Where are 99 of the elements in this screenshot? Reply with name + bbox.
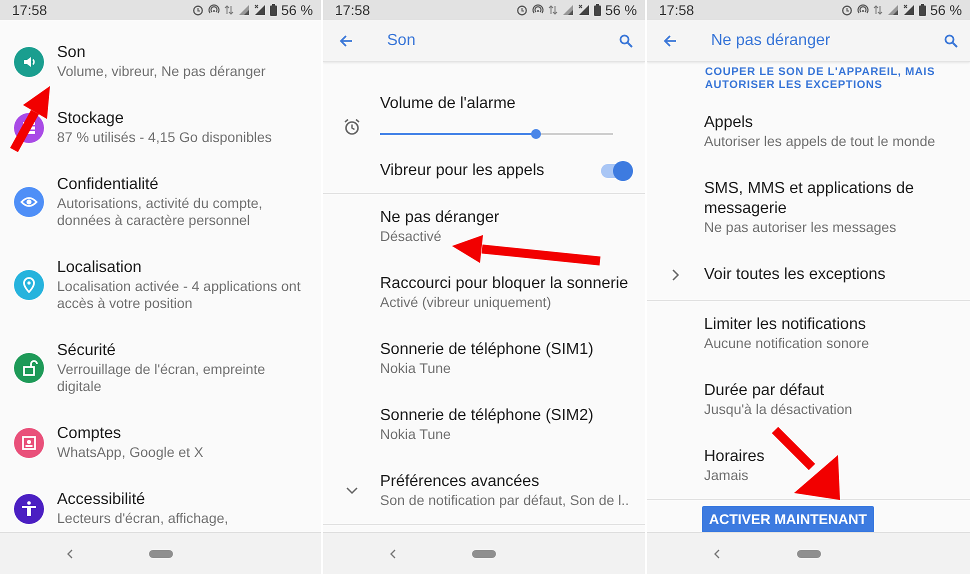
alarm-icon [192, 4, 204, 16]
settings-item[interactable]: Voir toutes les exceptions [647, 251, 970, 300]
setting-summary: 87 % utilisés - 4,15 Go disponibles [57, 129, 272, 146]
back-icon[interactable] [389, 548, 397, 558]
setting-title: Horaires [704, 447, 764, 467]
settings-item[interactable]: Confidentialité Autorisations, activité du compte, données à caractère personnel [0, 161, 321, 244]
setting-summary: Activé (vibreur uniquement) [380, 294, 552, 311]
setting-summary: Nokia Tune [380, 426, 452, 443]
data-arrows-icon [873, 4, 884, 16]
settings-item[interactable]: Sécurité Verrouillage de l'écran, empreinte digitale [0, 327, 321, 410]
battery-icon [270, 4, 278, 16]
settings-item[interactable]: Comptes WhatsApp, Google et X [0, 410, 321, 476]
settings-item[interactable]: Sonnerie de téléphone (SIM2) Nokia Tune [323, 392, 645, 458]
home-button[interactable] [796, 550, 820, 558]
signal-icon [254, 4, 266, 16]
settings-item[interactable]: Son Volume, vibreur, Ne pas déranger [0, 29, 321, 95]
status-time: 17:58 [335, 0, 370, 20]
setting-summary: Localisation activée - 4 applications ont accès à votre position [57, 278, 302, 312]
setting-title: SMS, MMS et applications de messagerie [704, 179, 915, 219]
setting-title: Sonnerie de téléphone (SIM2) [380, 406, 594, 426]
signal-icon [903, 4, 916, 16]
hotspot-icon [208, 4, 220, 16]
setting-summary: Aucune notification sonore [704, 335, 869, 352]
setting-summary: Désactivé [380, 228, 442, 245]
back-icon[interactable] [66, 548, 74, 558]
back-arrow-icon[interactable] [339, 34, 353, 48]
setting-title: Comptes [57, 424, 122, 444]
setting-summary: Volume, vibreur, Ne pas déranger [57, 63, 266, 80]
search-icon[interactable] [944, 34, 958, 48]
setting-title: Appels [704, 113, 754, 133]
data-arrows-icon [548, 4, 558, 16]
setting-title: Volume de l'alarme [380, 94, 517, 114]
setting-title: Accessibilité [57, 490, 146, 510]
setting-title: Confidentialité [57, 175, 160, 195]
settings-item[interactable]: Limiter les notifications Aucune notification sonore [647, 301, 970, 367]
setting-summary: Ne pas autoriser les messages [704, 219, 898, 236]
settings-item[interactable]: Localisation Localisation activée - 4 applications ont accès à votre position [0, 244, 321, 327]
setting-summary: Autorisations, activité du compte, données à caractère personnel [57, 195, 264, 229]
back-icon[interactable] [713, 548, 721, 558]
setting-summary: Verrouillage de l'écran, empreinte digitale [57, 361, 266, 395]
hotspot-icon [857, 4, 870, 16]
settings-item[interactable]: Ne pas déranger Désactivé [323, 194, 645, 260]
settings-item[interactable]: Stockage 87 % utilisés - 4,15 Go disponibles [0, 95, 321, 161]
setting-title: Localisation [57, 258, 142, 278]
status-time: 17:58 [12, 0, 48, 20]
setting-summary: Son de notification par défaut, Son de l.. [380, 492, 630, 509]
settings-item[interactable]: Accessibilité Lecteurs d'écran, affichage, [0, 476, 321, 532]
setting-title: Durée par défaut [704, 381, 826, 401]
setting-title: Vibreur pour les appels [380, 161, 546, 181]
setting-summary: Autoriser les appels de tout le monde [704, 133, 936, 150]
setting-summary: WhatsApp, Google et X [57, 444, 204, 461]
hotspot-icon [532, 4, 544, 16]
chevron-down-icon [346, 486, 358, 494]
settings-item[interactable]: Durée par défaut Jusqu'à la désactivation [647, 367, 970, 433]
signal-icon [887, 4, 900, 16]
settings-item[interactable]: Appels Autoriser les appels de tout le monde [647, 99, 970, 165]
setting-summary: Nokia Tune [380, 360, 452, 377]
setting-summary: Jamais [704, 467, 750, 484]
setting-title: Voir toutes les exceptions [704, 265, 886, 285]
setting-summary: Jusqu'à la désactivation [704, 401, 852, 418]
chevron-right-icon [672, 269, 680, 281]
home-button[interactable] [472, 550, 496, 558]
battery-icon [919, 4, 926, 16]
activate-now-button[interactable]: ACTIVER MAINTENANT [702, 506, 874, 532]
section-header: COUPER LE SON DE L'APPAREIL, MAIS AUTORISER LES EXCEPTIONS [704, 65, 936, 93]
battery-level: 56 % [930, 0, 962, 20]
toggle-switch[interactable] [601, 164, 631, 178]
screen-title: Ne pas déranger [711, 30, 830, 50]
alarm-clock-icon [342, 118, 360, 136]
settings-item[interactable]: Horaires Jamais [647, 433, 970, 499]
search-icon[interactable] [619, 34, 633, 48]
home-button[interactable] [148, 550, 172, 558]
signal-icon [238, 4, 250, 16]
setting-title: Son [57, 43, 86, 63]
screen-title: Son [387, 30, 416, 50]
battery-level: 56 % [605, 0, 637, 20]
battery-icon [594, 4, 602, 16]
battery-level: 56 % [281, 0, 313, 20]
setting-title: Stockage [57, 109, 125, 129]
alarm-icon [841, 4, 854, 16]
status-time: 17:58 [659, 0, 694, 20]
setting-title: Limiter les notifications [704, 315, 867, 335]
settings-item[interactable]: Raccourci pour bloquer la sonnerie Activé (vibreur uniquement) [323, 260, 645, 326]
alarm-icon [516, 4, 528, 16]
setting-title: Sonnerie de téléphone (SIM1) [380, 340, 594, 360]
setting-title: Préférences avancées [380, 472, 540, 492]
signal-icon [578, 4, 590, 16]
back-arrow-icon[interactable] [663, 34, 677, 48]
setting-summary: Lecteurs d'écran, affichage, [57, 510, 228, 527]
data-arrows-icon [224, 4, 234, 16]
settings-item[interactable]: Préférences avancées Son de notification par défaut, Son de l.. [323, 458, 645, 524]
setting-title: Ne pas déranger [380, 208, 500, 228]
settings-item[interactable]: SMS, MMS et applications de messagerie Ne pas autoriser les messages [647, 165, 970, 251]
settings-item[interactable]: Sonnerie de téléphone (SIM1) Nokia Tune [323, 326, 645, 392]
signal-icon [562, 4, 574, 16]
setting-title: Raccourci pour bloquer la sonnerie [380, 274, 628, 294]
annotation-arrow [10, 86, 50, 152]
setting-title: Sécurité [57, 341, 117, 361]
slider-thumb[interactable] [531, 129, 542, 139]
